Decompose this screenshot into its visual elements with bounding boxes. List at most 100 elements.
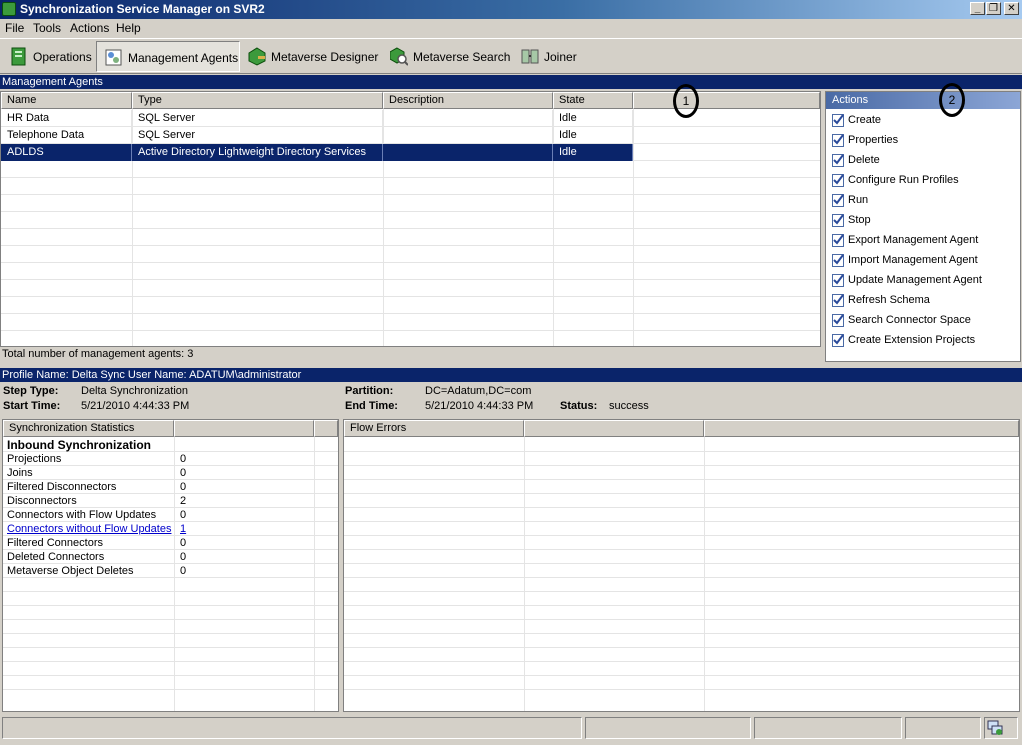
sync-stats-header[interactable]: Synchronization Statistics <box>3 420 174 437</box>
stat-label: Deleted Connectors <box>7 551 105 563</box>
management-agents-icon <box>105 49 122 66</box>
menu-bar: File Tools Actions Help <box>0 19 1022 37</box>
partition-value: DC=Adatum,DC=com <box>425 385 532 397</box>
sync-stats-header-end <box>314 420 338 437</box>
stat-value: 2 <box>180 495 187 507</box>
flow-errors-panel: Flow Errors <box>343 419 1020 712</box>
column-type[interactable]: Type <box>132 92 383 109</box>
management-agents-grid: Name Type Description State HR Data SQL … <box>0 91 821 347</box>
checklist-icon <box>832 214 844 227</box>
joiner-button[interactable]: Joiner <box>513 41 585 72</box>
menu-help[interactable]: Help <box>116 21 141 35</box>
checklist-icon <box>832 114 844 127</box>
checklist-icon <box>832 254 844 267</box>
stat-label: Metaverse Object Deletes <box>7 565 134 577</box>
status-label: Status: <box>560 400 598 412</box>
metaverse-designer-icon <box>248 47 266 66</box>
stat-label: Projections <box>7 453 62 465</box>
sync-stats-header-value <box>174 420 314 437</box>
stat-label: Disconnectors <box>7 495 77 507</box>
joiner-icon <box>521 49 539 64</box>
end-time-value: 5/21/2010 4:44:33 PM <box>425 400 534 412</box>
minimize-button[interactable]: _ <box>970 2 985 15</box>
stat-value: 0 <box>180 453 187 465</box>
cell-name: HR Data <box>1 110 132 127</box>
annotation-circle-1: 1 <box>673 84 699 118</box>
cell-name: Telephone Data <box>1 127 132 144</box>
partition-label: Partition: <box>345 385 394 397</box>
stat-label: Filtered Connectors <box>7 537 103 549</box>
column-description[interactable]: Description <box>383 92 553 109</box>
cell-state: Idle <box>553 110 633 127</box>
checklist-icon <box>832 314 844 327</box>
table-row[interactable]: HR Data SQL Server Idle <box>1 110 633 127</box>
toolbar: Operations Management Agents Metaverse D… <box>0 38 1022 74</box>
stat-value: 0 <box>180 551 187 563</box>
cell-name: ADLDS <box>1 144 132 161</box>
start-time-label: Start Time: <box>3 400 61 412</box>
cell-state: Idle <box>553 144 633 161</box>
checklist-icon <box>832 294 844 307</box>
app-icon <box>2 2 16 16</box>
flow-errors-col-2 <box>524 420 704 437</box>
cell-type: SQL Server <box>132 127 383 144</box>
total-agents-text: Total number of management agents: 3 <box>2 348 194 360</box>
flow-errors-col-3 <box>704 420 1019 437</box>
stat-label: Filtered Disconnectors <box>7 481 117 493</box>
profile-header: Profile Name: Delta Sync User Name: ADAT… <box>0 368 1022 382</box>
cell-description <box>383 144 553 161</box>
column-empty <box>633 92 820 109</box>
stat-label: Joins <box>7 467 33 479</box>
start-time-value: 5/21/2010 4:44:33 PM <box>81 400 190 412</box>
restore-button[interactable]: ❐ <box>986 2 1001 15</box>
step-type-value: Delta Synchronization <box>81 385 189 397</box>
stat-value: 0 <box>180 537 187 549</box>
stat-value: 0 <box>180 565 187 577</box>
sync-stats-panel: Synchronization Statistics Inbound Synch… <box>2 419 339 712</box>
column-state[interactable]: State <box>553 92 633 109</box>
management-agents-button[interactable]: Management Agents <box>96 41 240 72</box>
actions-header: Actions <box>826 92 1020 109</box>
table-row[interactable]: Telephone Data SQL Server Idle <box>1 127 633 144</box>
menu-file[interactable]: File <box>5 21 24 35</box>
menu-tools[interactable]: Tools <box>33 21 61 35</box>
checklist-icon <box>832 274 844 287</box>
end-time-label: End Time: <box>345 400 398 412</box>
step-type-label: Step Type: <box>3 385 59 397</box>
inbound-sync-heading: Inbound Synchronization <box>7 438 151 452</box>
metaverse-search-icon <box>390 47 408 66</box>
actions-panel: Actions Create Properties Delete Configu… <box>825 91 1021 362</box>
stat-label: Connectors with Flow Updates <box>7 509 157 521</box>
status-panel-4 <box>905 717 981 739</box>
title-bar: Synchronization Service Manager on SVR2 … <box>0 0 1022 19</box>
cell-type: SQL Server <box>132 110 383 127</box>
flow-errors-header[interactable]: Flow Errors <box>344 420 524 437</box>
stat-link-label[interactable]: Connectors without Flow Updates <box>7 522 171 536</box>
annotation-circle-2: 2 <box>939 83 965 117</box>
stat-link-value[interactable]: 1 <box>180 522 186 536</box>
status-panel-main <box>2 717 582 739</box>
cell-description <box>383 110 553 127</box>
close-button[interactable]: ✕ <box>1004 2 1019 15</box>
table-row-selected[interactable]: ADLDS Active Directory Lightweight Direc… <box>1 144 633 161</box>
window-title: Synchronization Service Manager on SVR2 <box>20 2 265 16</box>
status-panel-2 <box>585 717 751 739</box>
menu-actions[interactable]: Actions <box>70 21 109 35</box>
cell-type: Active Directory Lightweight Directory S… <box>132 144 383 161</box>
cell-state: Idle <box>553 127 633 144</box>
checklist-icon <box>832 334 844 347</box>
metaverse-designer-button[interactable]: Metaverse Designer <box>240 41 378 72</box>
checklist-icon <box>832 234 844 247</box>
operations-button[interactable]: Operations <box>2 41 92 72</box>
stat-value: 0 <box>180 509 187 521</box>
checklist-icon <box>832 134 844 147</box>
stat-value: 0 <box>180 481 187 493</box>
metaverse-search-button[interactable]: Metaverse Search <box>382 41 510 72</box>
column-name[interactable]: Name <box>1 92 132 109</box>
checklist-icon <box>832 174 844 187</box>
operations-icon <box>11 47 26 66</box>
management-agents-header: Management Agents <box>0 75 1022 89</box>
checklist-icon <box>832 154 844 167</box>
cell-description <box>383 127 553 144</box>
stat-value: 0 <box>180 467 187 479</box>
